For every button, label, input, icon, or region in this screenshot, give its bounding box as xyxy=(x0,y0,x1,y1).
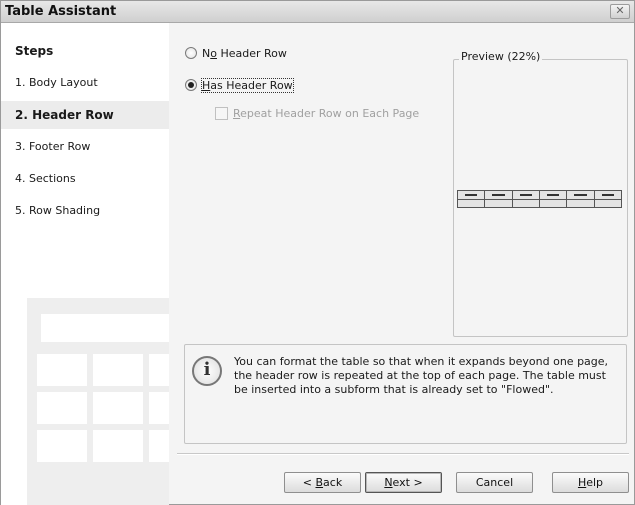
preview-cell xyxy=(485,199,513,207)
preview-cell xyxy=(513,191,540,199)
next-button[interactable]: Next > xyxy=(365,472,442,493)
steps-heading: Steps xyxy=(15,44,54,58)
preview-cell xyxy=(567,199,595,207)
table-assistant-dialog: Table Assistant ✕ Steps 1. Body Layout 2… xyxy=(0,0,635,505)
no-header-row-option[interactable]: No Header Row xyxy=(185,45,287,61)
has-header-row-option[interactable]: Has Header Row xyxy=(185,77,294,93)
illustration-cell xyxy=(93,354,143,386)
illustration-cell xyxy=(149,392,169,424)
back-button[interactable]: < Back xyxy=(284,472,361,493)
separator xyxy=(177,453,629,455)
preview-cell xyxy=(540,199,568,207)
step-row-shading[interactable]: 5. Row Shading xyxy=(1,197,169,225)
illustration-cell xyxy=(37,354,87,386)
preview-cell xyxy=(458,199,486,207)
illustration-header-cell xyxy=(41,314,169,342)
steps-panel: Steps 1. Body Layout 2. Header Row 3. Fo… xyxy=(1,23,169,505)
preview-cell xyxy=(540,191,568,199)
repeat-header-label: Repeat Header Row on Each Page xyxy=(233,106,420,120)
illustration-cell xyxy=(37,430,87,462)
info-text: You can format the table so that when it… xyxy=(234,355,609,396)
close-button[interactable]: ✕ xyxy=(610,4,630,19)
table-illustration xyxy=(27,298,169,505)
preview-body-row xyxy=(458,198,621,208)
dialog-title: Table Assistant xyxy=(5,4,117,19)
preview-cell xyxy=(595,191,621,199)
preview-cell xyxy=(485,191,513,199)
repeat-header-option[interactable]: Repeat Header Row on Each Page xyxy=(215,105,419,121)
preview-label: Preview (22%) xyxy=(459,50,543,63)
illustration-cell xyxy=(93,392,143,424)
preview-cell xyxy=(595,200,621,208)
has-header-row-radio[interactable] xyxy=(185,79,197,91)
illustration-cell xyxy=(93,430,143,462)
preview-cell xyxy=(458,191,486,199)
illustration-cell xyxy=(149,430,169,462)
no-header-row-radio[interactable] xyxy=(185,47,197,59)
preview-header-row xyxy=(458,191,621,199)
preview-table xyxy=(457,190,622,208)
repeat-header-checkbox[interactable] xyxy=(215,106,228,120)
step-body-layout[interactable]: 1. Body Layout xyxy=(1,69,169,97)
no-header-row-label: No Header Row xyxy=(202,46,287,60)
has-header-row-label: Has Header Row xyxy=(201,77,294,93)
title-bar: Table Assistant ✕ xyxy=(1,1,634,23)
step-footer-row[interactable]: 3. Footer Row xyxy=(1,133,169,161)
preview-cell xyxy=(567,191,595,199)
step-header-row[interactable]: 2. Header Row xyxy=(1,101,169,129)
illustration-cell xyxy=(149,354,169,386)
preview-cell xyxy=(513,199,540,207)
help-button[interactable]: Help xyxy=(552,472,629,493)
illustration-cell xyxy=(37,392,87,424)
cancel-button[interactable]: Cancel xyxy=(456,472,533,493)
info-icon: i xyxy=(192,356,222,386)
step-sections[interactable]: 4. Sections xyxy=(1,165,169,193)
